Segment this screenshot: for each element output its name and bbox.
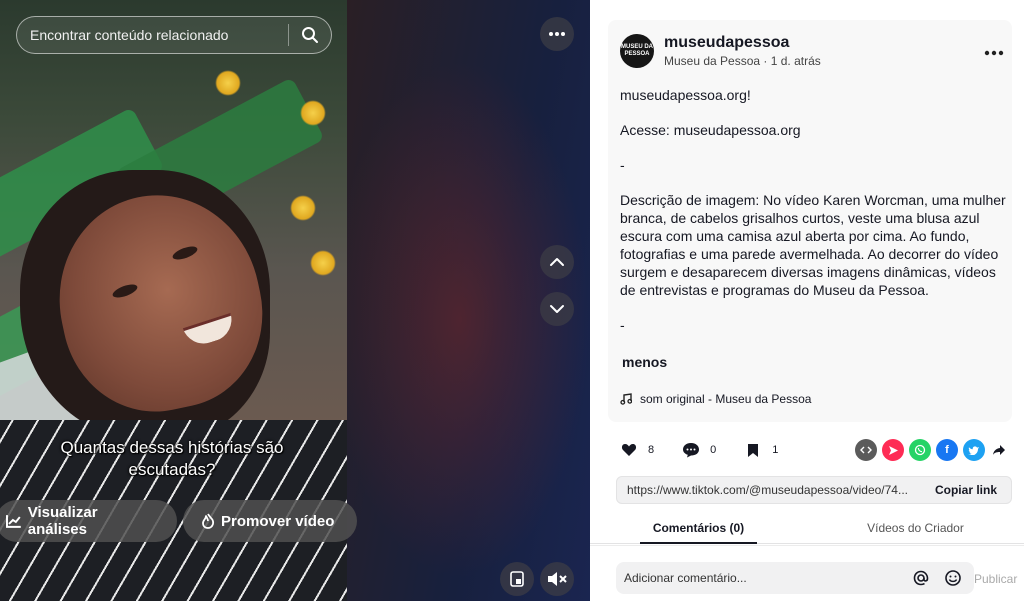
- flower-decoration: [300, 100, 326, 126]
- description-line: Descrição de imagem: No vídeo Karen Worc…: [620, 192, 1006, 298]
- publish-button[interactable]: Publicar: [974, 572, 1017, 586]
- picture-in-picture-icon[interactable]: [500, 562, 534, 596]
- music-link[interactable]: som original - Museu da Pessoa: [620, 392, 811, 406]
- like-count: 8: [648, 444, 655, 456]
- mute-icon[interactable]: [540, 562, 574, 596]
- comment-icon: [680, 439, 702, 461]
- comment-button[interactable]: 0: [680, 439, 716, 461]
- like-button[interactable]: 8: [618, 439, 654, 461]
- related-search-box[interactable]: Encontrar conteúdo relacionado: [16, 16, 332, 54]
- description-line: -: [620, 317, 625, 333]
- whatsapp-icon[interactable]: [909, 439, 931, 461]
- view-analytics-button[interactable]: Visualizar análises: [0, 500, 177, 542]
- show-less-link[interactable]: menos: [622, 354, 667, 370]
- post-actions: 8 0 1 f: [618, 438, 1008, 462]
- post-description: museudapessoa.org! Acesse: museudapessoa…: [620, 86, 1010, 351]
- twitter-icon[interactable]: [963, 439, 985, 461]
- author-subline: Museu da Pessoa · 1 d. atrás: [664, 54, 821, 68]
- comment-bar: Adicionar comentário... Publicar: [590, 545, 1024, 601]
- details-panel: MUSEU DA PESSOA museudapessoa Museu da P…: [590, 0, 1024, 601]
- flower-decoration: [310, 250, 336, 276]
- flame-icon: [202, 513, 215, 529]
- chevron-down-icon[interactable]: [540, 292, 574, 326]
- avatar[interactable]: MUSEU DA PESSOA: [620, 34, 654, 68]
- send-to-friends-icon[interactable]: [882, 439, 904, 461]
- analytics-icon: [6, 515, 21, 528]
- share-arrow-icon[interactable]: [990, 439, 1008, 461]
- mention-icon[interactable]: [910, 567, 932, 589]
- flower-decoration: [290, 195, 316, 221]
- description-line: Acesse: museudapessoa.org: [620, 122, 801, 138]
- music-label: som original - Museu da Pessoa: [640, 392, 812, 406]
- avatar-text: MUSEU DA PESSOA: [620, 44, 653, 57]
- post-more-icon[interactable]: [984, 40, 1004, 61]
- save-button[interactable]: 1: [742, 439, 778, 461]
- promote-video-button[interactable]: Promover vídeo: [183, 500, 357, 542]
- tab-bar: Comentários (0) Vídeos do Criador: [590, 512, 1024, 544]
- view-analytics-label: Visualizar análises: [27, 504, 98, 538]
- flower-decoration: [215, 70, 241, 96]
- share-icons: f: [855, 439, 1008, 461]
- tab-creator-videos[interactable]: Vídeos do Criador: [807, 512, 1024, 543]
- save-count: 1: [772, 444, 779, 456]
- more-options-icon[interactable]: [540, 17, 574, 51]
- comment-input[interactable]: Adicionar comentário...: [616, 562, 974, 594]
- comment-placeholder[interactable]: Adicionar comentário...: [616, 571, 910, 585]
- comment-count: 0: [710, 444, 717, 456]
- search-icon[interactable]: [289, 16, 331, 54]
- search-input[interactable]: Encontrar conteúdo relacionado: [17, 27, 288, 43]
- embed-code-icon[interactable]: [855, 439, 877, 461]
- music-note-icon: [620, 393, 632, 405]
- description-line: museudapessoa.org!: [620, 87, 751, 103]
- chevron-up-icon[interactable]: [540, 245, 574, 279]
- video-player[interactable]: Encontrar conteúdo relacionado Quantas d…: [0, 0, 590, 601]
- promote-video-label: Promover vídeo: [221, 512, 335, 530]
- video-caption: Quantas dessas histórias são escutadas?: [60, 438, 284, 479]
- bookmark-icon: [742, 439, 764, 461]
- copy-link-button[interactable]: Copiar link: [925, 483, 1011, 497]
- heart-icon: [618, 439, 640, 461]
- copy-link-box: https://www.tiktok.com/@museudapessoa/vi…: [616, 476, 1012, 504]
- post-card: MUSEU DA PESSOA museudapessoa Museu da P…: [608, 20, 1012, 422]
- emoji-icon[interactable]: [942, 567, 964, 589]
- facebook-icon[interactable]: f: [936, 439, 958, 461]
- description-line: -: [620, 157, 625, 173]
- username[interactable]: museudapessoa: [664, 34, 789, 52]
- video-link[interactable]: https://www.tiktok.com/@museudapessoa/vi…: [617, 483, 925, 497]
- tab-comments[interactable]: Comentários (0): [590, 512, 807, 544]
